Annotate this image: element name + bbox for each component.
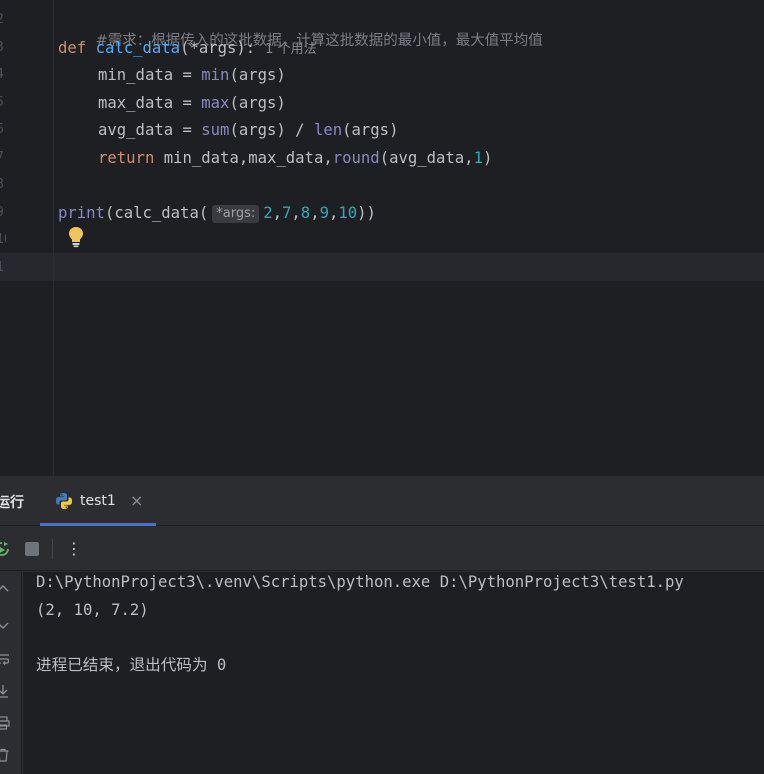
tab-label: test1 xyxy=(80,493,116,509)
console-command-line: D:\PythonProject3\.venv\Scripts\python.e… xyxy=(36,573,684,591)
close-icon[interactable]: × xyxy=(130,491,143,510)
stop-icon[interactable] xyxy=(25,542,39,556)
print-icon[interactable] xyxy=(0,716,10,730)
up-arrow-icon[interactable] xyxy=(0,582,10,596)
code-line-print[interactable]: print(calc_data(*args: 2,7,8,9,10)) xyxy=(58,203,376,223)
soft-wrap-icon[interactable] xyxy=(0,652,10,666)
line-number: 10 xyxy=(0,232,6,247)
tab-test1[interactable]: test1 × xyxy=(40,476,156,526)
line-number: 5 xyxy=(0,95,6,110)
arg-comma: , xyxy=(291,204,301,222)
rerun-icon[interactable] xyxy=(0,541,10,557)
line-number: 3 xyxy=(0,40,6,55)
builtin-len: len xyxy=(313,121,343,139)
code-line-max[interactable]: max_data = max(args) xyxy=(58,93,286,113)
usage-hint[interactable]: 1 个用法 xyxy=(265,42,316,57)
print-close: )) xyxy=(357,204,376,222)
round-close: ) xyxy=(482,149,493,167)
tool-window-header: 运行 test1 × xyxy=(0,476,764,526)
parameter-hint: *args: xyxy=(212,205,260,223)
console-side-toolbar xyxy=(0,572,22,774)
round-open: (avg_data, xyxy=(379,149,474,167)
lightbulb-icon[interactable] xyxy=(67,226,85,248)
down-arrow-icon[interactable] xyxy=(0,618,10,632)
builtin-sum: sum xyxy=(201,121,230,139)
console-result-line: (2, 10, 7.2) xyxy=(36,601,149,619)
python-icon xyxy=(56,493,72,509)
line-number: 8 xyxy=(0,177,6,192)
builtin-round: round xyxy=(332,149,380,167)
arg-comma: , xyxy=(328,204,339,222)
line-number: 9 xyxy=(0,205,6,220)
var-assign: avg_data = xyxy=(98,121,202,139)
line-number-gutter: 2 3 4 5 6 7 8 9 10 1 xyxy=(0,0,54,476)
line-number: 7 xyxy=(0,150,6,165)
run-tool-window: 运行 test1 × ⋮ D:\PythonProject3\.venv\Scr… xyxy=(0,476,764,774)
function-name: calc_data xyxy=(95,39,181,57)
var-assign: min_data = xyxy=(98,66,202,84)
toolbar-separator xyxy=(52,539,53,559)
var-assign: max_data = xyxy=(98,94,202,112)
builtin-min: min xyxy=(201,66,230,84)
active-tab-indicator xyxy=(40,523,156,526)
return-keyword: return xyxy=(98,149,155,167)
print-open: (calc_data( xyxy=(104,204,209,222)
code-editor[interactable]: 2 3 4 5 6 7 8 9 10 1 #需求：根据传入的这批数据，计算这批数… xyxy=(0,0,764,476)
line-number: 4 xyxy=(0,67,6,82)
console-exit-line: 进程已结束，退出代码为 0 xyxy=(36,656,227,674)
trash-icon[interactable] xyxy=(0,748,10,762)
arg-comma: , xyxy=(310,204,320,222)
arg-number: 9 xyxy=(319,204,329,222)
call-args: (args) / xyxy=(229,121,314,139)
arg-comma: , xyxy=(272,204,283,222)
arg-number: 8 xyxy=(300,204,311,222)
scroll-to-end-icon[interactable] xyxy=(0,684,10,698)
line-number: 6 xyxy=(0,122,6,137)
builtin-max: max xyxy=(201,94,230,112)
builtin-print: print xyxy=(58,204,105,222)
line-number: 2 xyxy=(0,12,6,27)
arg-number: 7 xyxy=(282,204,292,222)
current-line-highlight xyxy=(0,253,764,281)
code-line-min[interactable]: min_data = min(args) xyxy=(58,65,286,85)
console-output[interactable]: D:\PythonProject3\.venv\Scripts\python.e… xyxy=(23,572,764,774)
round-digits: 1 xyxy=(473,149,483,167)
call-args: (args) xyxy=(229,94,286,112)
function-params: (*args): xyxy=(180,39,256,57)
code-line-def[interactable]: def calc_data(*args): 1 个用法 xyxy=(58,38,317,58)
arg-number: 2 xyxy=(263,204,273,222)
tool-window-title[interactable]: 运行 xyxy=(0,492,24,512)
line-number: 1 xyxy=(0,260,6,275)
return-values: min_data,max_data, xyxy=(154,149,333,167)
call-args: (args) xyxy=(342,121,399,139)
def-keyword: def xyxy=(58,39,87,57)
more-options-icon[interactable]: ⋮ xyxy=(66,539,82,559)
code-line-return[interactable]: return min_data,max_data,round(avg_data,… xyxy=(58,148,492,168)
run-toolbar: ⋮ xyxy=(0,527,764,571)
call-args: (args) xyxy=(229,66,286,84)
arg-number: 10 xyxy=(338,204,358,222)
code-line-avg[interactable]: avg_data = sum(args) / len(args) xyxy=(58,120,398,140)
code-line-comment[interactable]: #需求：根据传入的这批数据，计算这批数据的最小值，最大值平均值 xyxy=(58,10,543,49)
